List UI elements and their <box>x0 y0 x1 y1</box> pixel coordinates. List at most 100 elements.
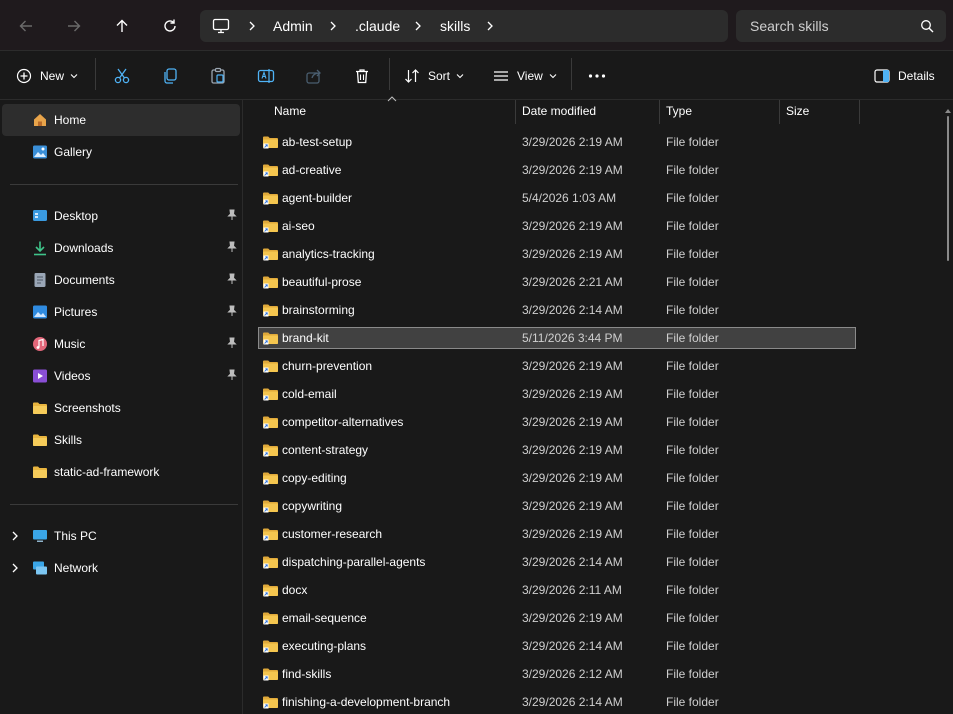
scroll-up-icon[interactable] <box>945 108 951 113</box>
column-header-name[interactable]: Name <box>274 100 306 122</box>
more-options-button[interactable] <box>588 60 606 92</box>
file-name: brand-kit <box>282 331 329 345</box>
share-button[interactable] <box>305 60 323 92</box>
column-header-type[interactable]: Type <box>666 100 692 122</box>
breadcrumb-skills[interactable]: skills <box>440 10 470 42</box>
table-row[interactable]: ab-test-setup 3/29/2026 2:19 AM File folde… <box>258 131 856 153</box>
sidebar-item-videos[interactable]: Videos <box>2 360 240 392</box>
sidebar-item-label: Music <box>54 337 86 351</box>
sidebar-item-label: Home <box>54 113 87 127</box>
new-button[interactable]: New <box>16 60 78 92</box>
chevron-right-icon[interactable] <box>10 561 20 575</box>
details-button[interactable]: Details <box>874 60 935 92</box>
pc-icon <box>212 18 230 34</box>
sidebar-item-this-pc[interactable]: This PC <box>2 520 240 552</box>
sort-button[interactable]: Sort <box>404 60 464 92</box>
table-row[interactable]: churn-prevention 3/29/2026 2:19 AM File fo… <box>258 355 856 377</box>
table-row[interactable]: customer-research 3/29/2026 2:19 AM File f… <box>258 523 856 545</box>
table-row[interactable]: dispatching-parallel-agents 3/29/2026 2:1… <box>258 551 856 573</box>
table-row[interactable]: competitor-alternatives 3/29/2026 2:19 AM… <box>258 411 856 433</box>
sidebar-item-music[interactable]: Music <box>2 328 240 360</box>
column-divider[interactable] <box>515 100 516 124</box>
cut-button[interactable] <box>113 60 131 92</box>
chevron-right-icon[interactable] <box>483 10 497 42</box>
chevron-right-icon[interactable] <box>326 10 340 42</box>
file-type: File folder <box>666 191 719 205</box>
delete-button[interactable] <box>353 60 371 92</box>
sidebar-item-documents[interactable]: Documents <box>2 264 240 296</box>
back-button[interactable] <box>11 11 41 41</box>
sidebar-divider <box>10 184 238 185</box>
sidebar-item-static-ad-framework[interactable]: static-ad-framework <box>2 456 240 488</box>
pin-icon[interactable] <box>226 209 238 221</box>
table-row[interactable]: beautiful-prose 3/29/2026 2:21 AM File fol… <box>258 271 856 293</box>
breadcrumb-admin[interactable]: Admin <box>273 10 313 42</box>
file-name: executing-plans <box>282 639 367 653</box>
table-row[interactable]: analytics-tracking 3/29/2026 2:19 AM File … <box>258 243 856 265</box>
videos-icon <box>33 369 47 383</box>
sidebar-item-gallery[interactable]: Gallery <box>2 136 240 168</box>
search-input[interactable]: Search skills <box>736 10 946 42</box>
table-row[interactable]: brainstorming 3/29/2026 2:14 AM File folde… <box>258 299 856 321</box>
folder-shortcut-icon <box>263 248 278 261</box>
pin-icon[interactable] <box>226 305 238 317</box>
table-row[interactable]: ai-seo 3/29/2026 2:19 AM File folder <box>258 215 856 237</box>
pin-icon[interactable] <box>226 369 238 381</box>
chevron-right-icon[interactable] <box>10 529 20 543</box>
column-divider[interactable] <box>659 100 660 124</box>
file-date-modified: 3/29/2026 2:19 AM <box>522 527 623 541</box>
home-icon <box>34 114 46 126</box>
paste-button[interactable] <box>209 60 227 92</box>
table-row[interactable]: find-skills 3/29/2026 2:12 AM File folder <box>258 663 856 685</box>
vertical-scrollbar[interactable] <box>945 108 951 714</box>
folder-shortcut-icon <box>263 416 278 429</box>
address-bar[interactable]: Admin .claude skills <box>200 10 728 42</box>
sidebar-item-skills[interactable]: Skills <box>2 424 240 456</box>
copy-button[interactable] <box>161 60 179 92</box>
column-header-size[interactable]: Size <box>786 100 809 122</box>
sidebar-item-home[interactable]: Home <box>2 104 240 136</box>
file-name: docx <box>282 583 308 597</box>
refresh-button[interactable] <box>155 11 185 41</box>
sidebar-item-downloads[interactable]: Downloads <box>2 232 240 264</box>
file-name: churn-prevention <box>282 359 373 373</box>
table-row[interactable]: content-strategy 3/29/2026 2:19 AM File fo… <box>258 439 856 461</box>
column-header-date[interactable]: Date modified <box>522 100 596 122</box>
file-date-modified: 3/29/2026 2:14 AM <box>522 555 623 569</box>
table-row[interactable]: executing-plans 3/29/2026 2:14 AM File fol… <box>258 635 856 657</box>
sidebar-item-label: Network <box>54 561 99 575</box>
table-row[interactable]: agent-builder 5/4/2026 1:03 AM File folder <box>258 187 856 209</box>
breadcrumb-claude[interactable]: .claude <box>355 10 400 42</box>
table-row[interactable]: docx 3/29/2026 2:11 AM File folder <box>258 579 856 601</box>
chevron-right-icon[interactable] <box>411 10 425 42</box>
column-divider[interactable] <box>779 100 780 124</box>
forward-button[interactable] <box>59 11 89 41</box>
table-row[interactable]: brand-kit 5/11/2026 3:44 PM File folder <box>258 327 856 349</box>
view-button[interactable]: View <box>493 60 557 92</box>
column-divider[interactable] <box>859 100 860 124</box>
table-row[interactable]: copywriting 3/29/2026 2:19 AM File folder <box>258 495 856 517</box>
table-row[interactable]: finishing-a-development-branch 3/29/2026 … <box>258 691 856 713</box>
folder-shortcut-icon <box>263 192 278 205</box>
table-row[interactable]: ad-creative 3/29/2026 2:19 AM File folder <box>258 159 856 181</box>
pin-icon[interactable] <box>226 337 238 349</box>
table-row[interactable]: copy-editing 3/29/2026 2:19 AM File folder <box>258 467 856 489</box>
rename-button[interactable] <box>257 60 275 92</box>
pin-icon[interactable] <box>226 273 238 285</box>
sidebar-item-network[interactable]: Network <box>2 552 240 584</box>
table-row[interactable]: cold-email 3/29/2026 2:19 AM File folder <box>258 383 856 405</box>
chevron-right-icon[interactable] <box>245 10 259 42</box>
sidebar-item-desktop[interactable]: Desktop <box>2 200 240 232</box>
pin-icon[interactable] <box>226 241 238 253</box>
new-label: New <box>40 69 65 83</box>
up-button[interactable] <box>107 11 137 41</box>
file-name: dispatching-parallel-agents <box>282 555 426 569</box>
table-row[interactable]: email-sequence 3/29/2026 2:19 AM File fold… <box>258 607 856 629</box>
sidebar-item-label: Skills <box>54 433 83 447</box>
sidebar-item-pictures[interactable]: Pictures <box>2 296 240 328</box>
scrollbar-thumb[interactable] <box>947 116 949 261</box>
file-name: ab-test-setup <box>282 135 353 149</box>
sidebar-item-screenshots[interactable]: Screenshots <box>2 392 240 424</box>
view-label: View <box>517 69 543 83</box>
network-icon <box>33 561 47 575</box>
